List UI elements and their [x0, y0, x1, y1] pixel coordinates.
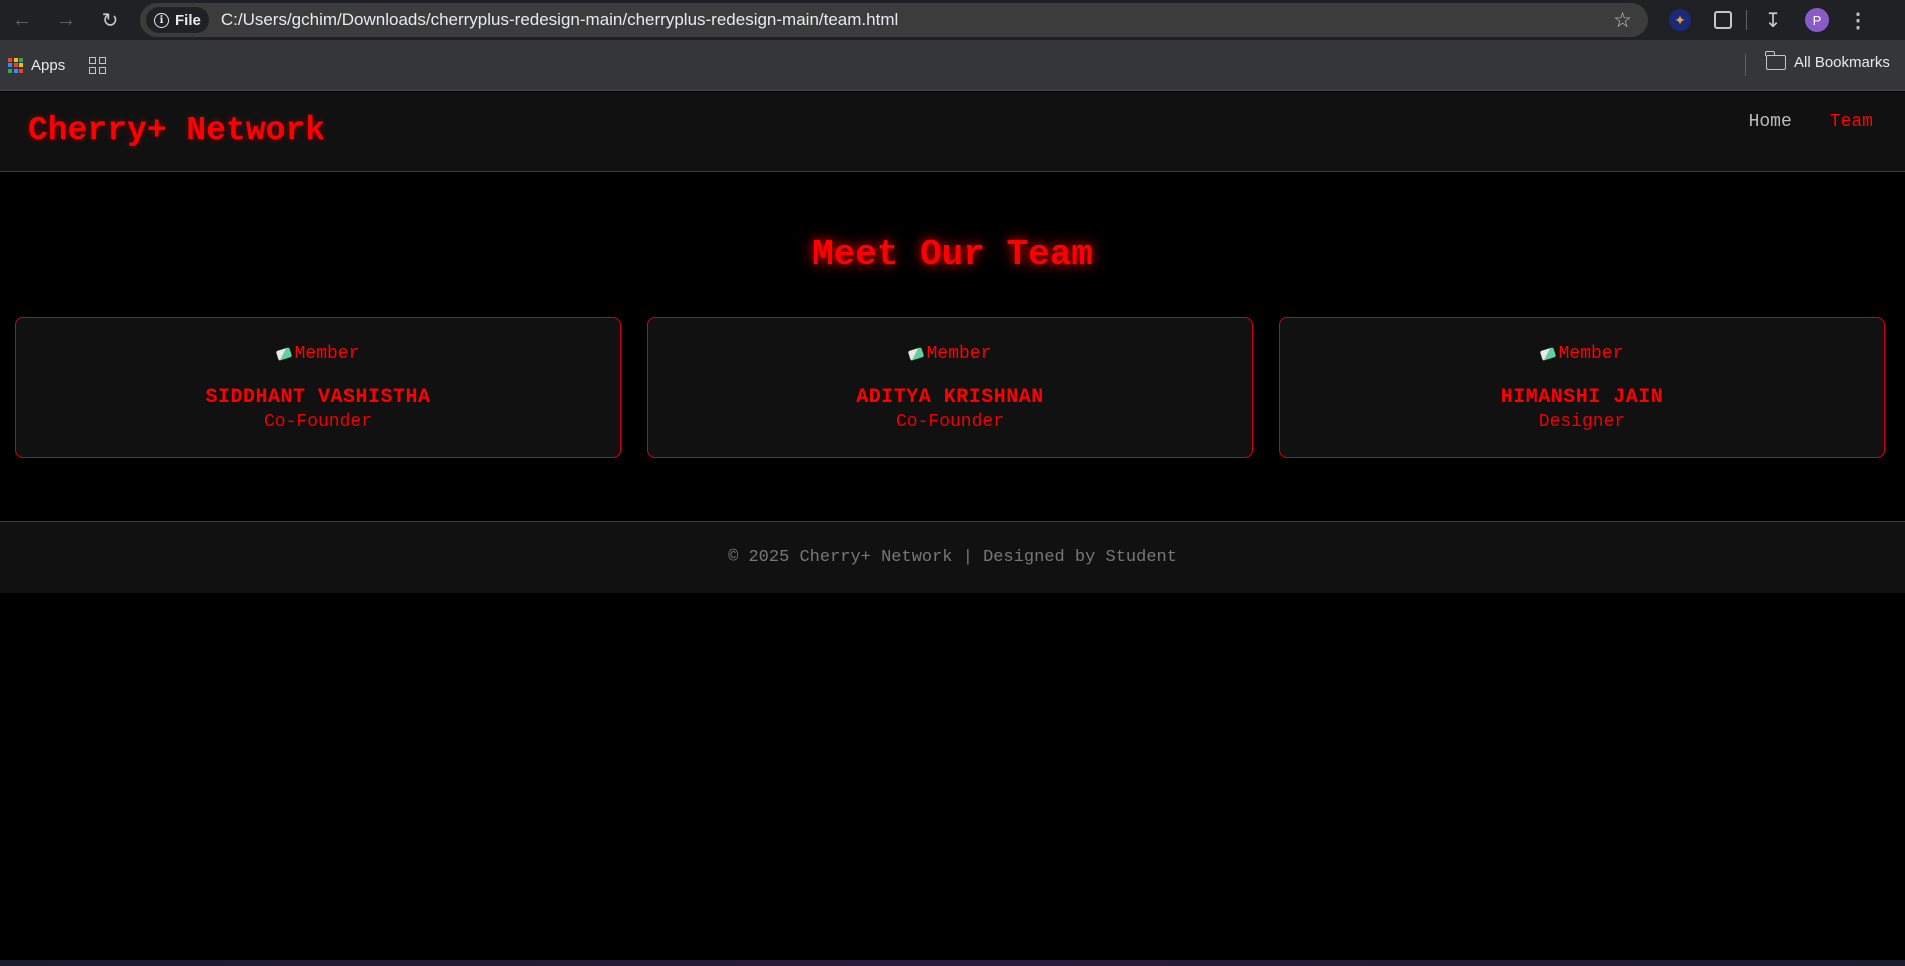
- chip-label: File: [175, 11, 201, 29]
- web-page: Cherry+ Network Home Team Meet Our Team …: [0, 92, 1905, 960]
- apps-label: Apps: [31, 56, 66, 74]
- profile-avatar[interactable]: P: [1799, 0, 1835, 40]
- member-photo-alt: Member: [294, 344, 360, 364]
- member-role: Co-Founder: [263, 412, 373, 432]
- site-logo[interactable]: Cherry+ Network: [28, 112, 325, 149]
- folder-icon: [1765, 51, 1786, 70]
- site-info-chip[interactable]: i File: [146, 7, 209, 33]
- taskbar-edge: [0, 960, 1905, 966]
- kebab-menu-icon[interactable]: ⋮: [1835, 0, 1881, 40]
- member-name: SIDDHANT VASHISTHA: [205, 386, 431, 409]
- puzzle-icon[interactable]: [1700, 0, 1746, 40]
- all-bookmarks-button[interactable]: All Bookmarks: [1765, 51, 1890, 71]
- nav-link-team[interactable]: Team: [1830, 112, 1873, 132]
- apps-grid-icon: [8, 57, 23, 73]
- team-card: Member ADITYA KRISHNAN Co-Founder: [647, 317, 1253, 458]
- bookmarks-divider: [1745, 54, 1746, 76]
- info-icon: i: [154, 12, 169, 28]
- member-photo-alt: Member: [1558, 344, 1624, 364]
- broken-image-icon: [277, 347, 295, 361]
- member-role: Co-Founder: [895, 412, 1005, 432]
- nav-link-home[interactable]: Home: [1749, 112, 1792, 132]
- forward-arrow-icon[interactable]: →: [44, 0, 88, 40]
- member-name: HIMANSHI JAIN: [1500, 386, 1664, 409]
- browser-toolbar: ← → ↻ i File C:/Users/gchim/Downloads/ch…: [0, 0, 1905, 40]
- site-footer: © 2025 Cherry+ Network | Designed by Stu…: [0, 521, 1905, 593]
- team-card: Member HIMANSHI JAIN Designer: [1279, 317, 1885, 458]
- url-text[interactable]: C:/Users/gchim/Downloads/cherryplus-rede…: [221, 10, 898, 30]
- star-icon[interactable]: ☆: [1613, 8, 1632, 33]
- broken-image-icon: [909, 347, 927, 361]
- member-name: ADITYA KRISHNAN: [856, 386, 1044, 409]
- member-photo-alt: Member: [926, 344, 992, 364]
- footer-text: © 2025 Cherry+ Network | Designed by Stu…: [728, 548, 1177, 567]
- broken-image-icon: [1541, 347, 1559, 361]
- address-bar[interactable]: i File C:/Users/gchim/Downloads/cherrypl…: [140, 3, 1648, 37]
- apps-bookmark[interactable]: Apps: [8, 57, 65, 74]
- all-bookmarks-label: All Bookmarks: [1794, 54, 1890, 71]
- toolbar-right: ✦ ↧ P ⋮: [1660, 0, 1905, 40]
- reload-icon[interactable]: ↻: [88, 0, 132, 40]
- site-nav: Home Team: [1749, 112, 1873, 132]
- member-photo: Member: [648, 344, 1252, 364]
- extension-logo-icon[interactable]: ✦: [1660, 0, 1700, 40]
- team-cards: Member SIDDHANT VASHISTHA Co-Founder Mem…: [15, 317, 1885, 458]
- site-header: Cherry+ Network Home Team: [0, 92, 1905, 172]
- download-icon[interactable]: ↧: [1747, 0, 1799, 40]
- tab-groups-icon[interactable]: [89, 56, 107, 74]
- member-photo: Member: [16, 344, 620, 364]
- back-arrow-icon[interactable]: ←: [0, 0, 44, 40]
- member-photo: Member: [1280, 344, 1884, 364]
- page-title: Meet Our Team: [812, 234, 1093, 275]
- member-role: Designer: [1538, 412, 1626, 432]
- bookmarks-bar: Apps All Bookmarks: [0, 40, 1905, 91]
- team-card: Member SIDDHANT VASHISTHA Co-Founder: [15, 317, 621, 458]
